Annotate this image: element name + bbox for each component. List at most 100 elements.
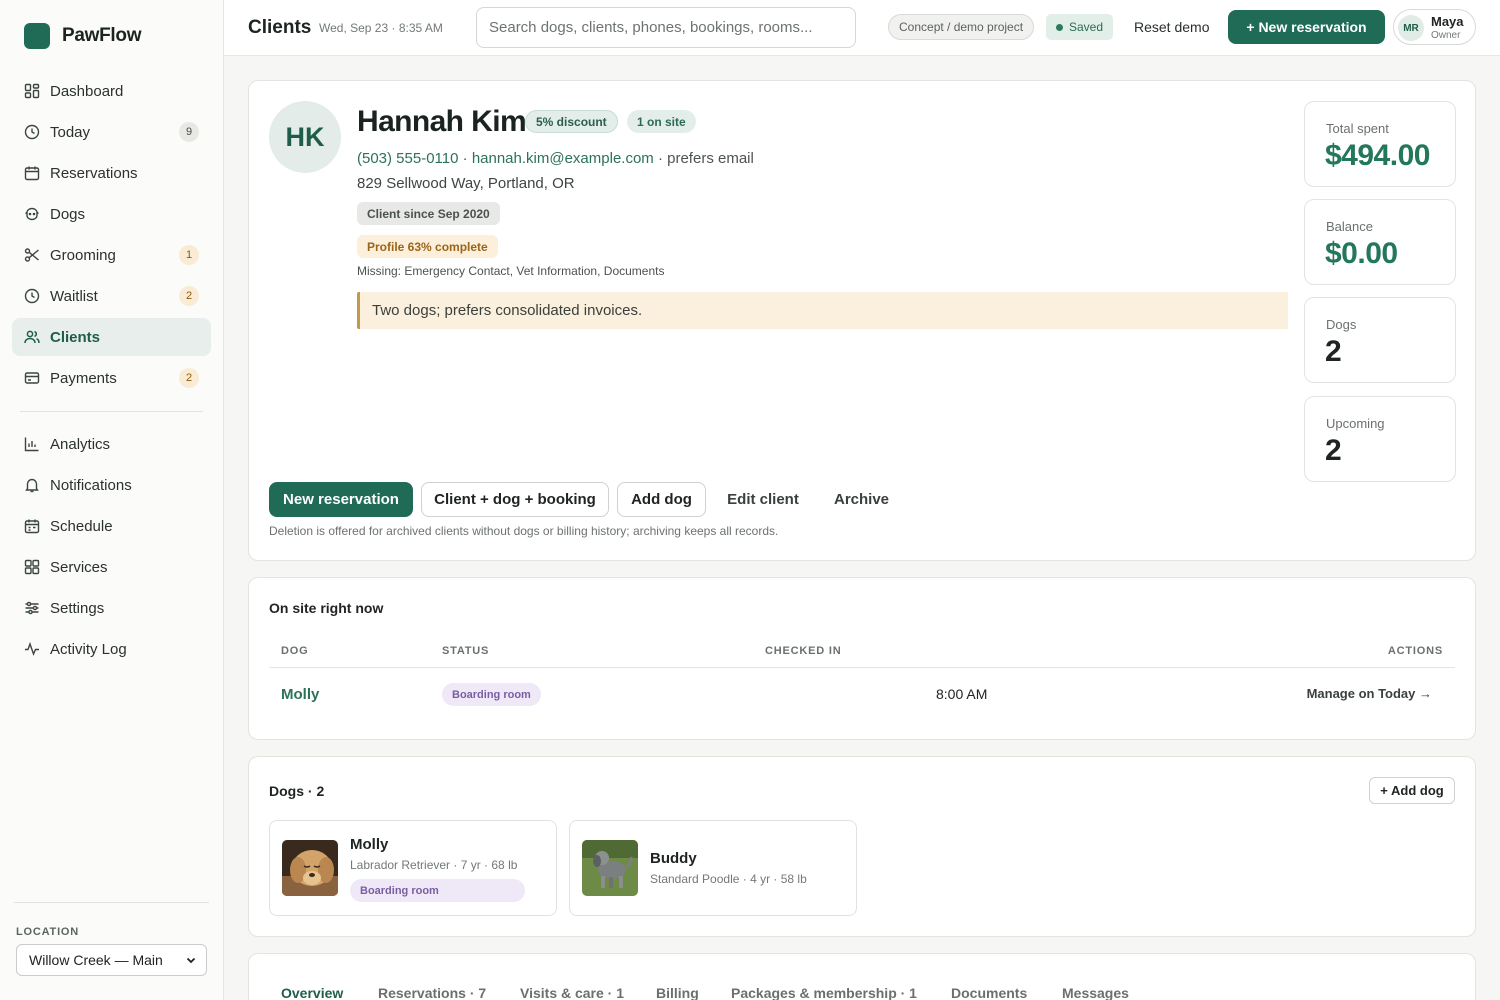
search-input[interactable]: Search dogs, clients, phones, bookings, … xyxy=(476,7,856,48)
phone-link[interactable]: (503) 555-0110 xyxy=(357,150,458,167)
sidebar-item-activity-log[interactable]: Activity Log xyxy=(12,630,211,668)
tab-messages[interactable]: Messages xyxy=(1062,985,1129,1000)
table-divider xyxy=(269,667,1455,668)
dog-link[interactable]: Molly xyxy=(281,686,319,703)
sidebar-item-label: Waitlist xyxy=(50,287,98,305)
sidebar-item-reservations[interactable]: Reservations xyxy=(12,154,211,192)
dog-card-buddy[interactable]: Buddy Standard Poodle · 4 yr · 58 lb xyxy=(569,820,857,916)
tab-overview[interactable]: Overview xyxy=(281,985,343,1000)
column-header: DOG xyxy=(281,645,309,657)
contact-preference: · prefers email xyxy=(657,150,754,167)
clock-icon xyxy=(24,124,40,140)
tab-packages-membership[interactable]: Packages & membership · 1 xyxy=(731,985,917,1000)
stat-value: $494.00 xyxy=(1325,139,1430,172)
add-dog-button[interactable]: Add dog xyxy=(617,482,706,517)
sidebar-item-label: Activity Log xyxy=(50,640,127,658)
dog-card-molly[interactable]: Molly Labrador Retriever · 7 yr · 68 lb … xyxy=(269,820,557,916)
dog-photo xyxy=(582,840,638,896)
column-header: STATUS xyxy=(442,645,490,657)
stat-value: $0.00 xyxy=(1325,237,1398,270)
sidebar-item-label: Payments xyxy=(50,369,117,387)
count-badge: 2 xyxy=(179,286,199,306)
new-reservation-button[interactable]: New reservation xyxy=(269,482,413,517)
sidebar-item-notifications[interactable]: Notifications xyxy=(12,466,211,504)
user-name: Maya xyxy=(1431,14,1464,29)
chevron-down-icon xyxy=(186,957,196,964)
stat-label: Dogs xyxy=(1326,317,1357,332)
deletion-note: Deletion is offered for archived clients… xyxy=(269,524,779,538)
tab-reservations[interactable]: Reservations · 7 xyxy=(378,985,486,1000)
reset-demo-button[interactable]: Reset demo xyxy=(1134,19,1209,35)
sidebar-item-label: Grooming xyxy=(50,246,116,264)
dog-photo-image xyxy=(282,840,338,896)
stat-label: Balance xyxy=(1326,219,1373,234)
add-dog-button[interactable]: + Add dog xyxy=(1369,777,1455,804)
section-title: On site right now xyxy=(269,600,384,616)
dog-name: Buddy xyxy=(650,850,697,867)
sidebar-item-label: Services xyxy=(50,558,108,576)
status-badge: Boarding room xyxy=(442,683,541,706)
count-badge: 2 xyxy=(179,368,199,388)
sidebar-item-label: Dashboard xyxy=(50,82,124,100)
sidebar-item-schedule[interactable]: Schedule xyxy=(12,507,211,545)
users-icon xyxy=(24,330,40,344)
client-note: Two dogs; prefers consolidated invoices. xyxy=(357,292,1288,329)
dog-photo xyxy=(282,840,338,896)
dog-name: Molly xyxy=(350,836,389,853)
stat-label: Total spent xyxy=(1326,121,1389,136)
sidebar-item-label: Clients xyxy=(50,328,101,346)
saved-status-badge: Saved xyxy=(1046,14,1114,40)
paw-icon xyxy=(25,207,39,221)
concept-pill: Concept / demo project xyxy=(888,14,1035,40)
sidebar-item-analytics[interactable]: Analytics xyxy=(12,425,211,463)
page-date: Wed, Sep 23 · 8:35 AM xyxy=(319,21,443,35)
sidebar-item-clients[interactable]: Clients xyxy=(12,318,211,356)
sidebar-item-label: Analytics xyxy=(50,435,111,453)
stat-total-spent: Total spent $494.00 xyxy=(1304,101,1456,187)
tab-documents[interactable]: Documents xyxy=(951,985,1027,1000)
location-value: Willow Creek — Main xyxy=(29,952,163,968)
email-link[interactable]: hannah.kim@example.com xyxy=(472,150,654,167)
dogs-card: Dogs · 2 + Add dog Molly Labrador Retrie… xyxy=(248,756,1476,937)
edit-client-button[interactable]: Edit client xyxy=(714,482,812,517)
tab-visits-care[interactable]: Visits & care · 1 xyxy=(520,985,624,1000)
client-since-badge: Client since Sep 2020 xyxy=(357,202,500,225)
grid-icon xyxy=(24,559,40,575)
sidebar-item-services[interactable]: Services xyxy=(12,548,211,586)
sidebar-item-dogs[interactable]: Dogs xyxy=(12,195,211,233)
stat-balance: Balance $0.00 xyxy=(1304,199,1456,285)
user-menu[interactable]: MR Maya Owner xyxy=(1393,9,1476,45)
status-dot-icon xyxy=(1056,23,1063,31)
sliders-icon xyxy=(25,601,39,615)
profile-complete-badge: Profile 63% complete xyxy=(357,235,498,258)
archive-button[interactable]: Archive xyxy=(820,482,903,517)
client-avatar: HK xyxy=(269,101,341,173)
sidebar-item-dashboard[interactable]: Dashboard xyxy=(12,72,211,110)
sidebar-item-payments[interactable]: Payments 2 xyxy=(12,359,211,397)
location-select[interactable]: Willow Creek — Main xyxy=(16,944,207,976)
dog-meta: Standard Poodle · 4 yr · 58 lb xyxy=(650,872,807,886)
manage-on-today-link[interactable]: Manage on Today → xyxy=(1307,686,1432,701)
stat-value: 2 xyxy=(1325,434,1342,467)
bell-icon xyxy=(25,478,39,493)
sidebar-item-label: Notifications xyxy=(50,476,132,494)
discount-badge: 5% discount xyxy=(525,110,618,133)
stat-label: Upcoming xyxy=(1326,416,1385,431)
brand-logo xyxy=(24,23,50,49)
new-reservation-button[interactable]: + New reservation xyxy=(1228,10,1385,44)
status-badge: Boarding room xyxy=(350,879,525,902)
sidebar-item-today[interactable]: Today 9 xyxy=(12,113,211,151)
bar-chart-icon xyxy=(24,437,39,452)
count-badge: 9 xyxy=(179,122,199,142)
nav-divider xyxy=(20,411,203,412)
tab-billing[interactable]: Billing xyxy=(656,985,699,1000)
dog-photo-image xyxy=(582,840,638,896)
sidebar-item-grooming[interactable]: Grooming 1 xyxy=(12,236,211,274)
brand[interactable]: PawFlow xyxy=(0,0,223,72)
location-divider xyxy=(14,902,209,903)
calendar-icon xyxy=(24,519,40,534)
client-dog-booking-button[interactable]: Client + dog + booking xyxy=(421,482,609,517)
sidebar-item-waitlist[interactable]: Waitlist 2 xyxy=(12,277,211,315)
separator: · xyxy=(462,150,472,167)
sidebar-item-settings[interactable]: Settings xyxy=(12,589,211,627)
